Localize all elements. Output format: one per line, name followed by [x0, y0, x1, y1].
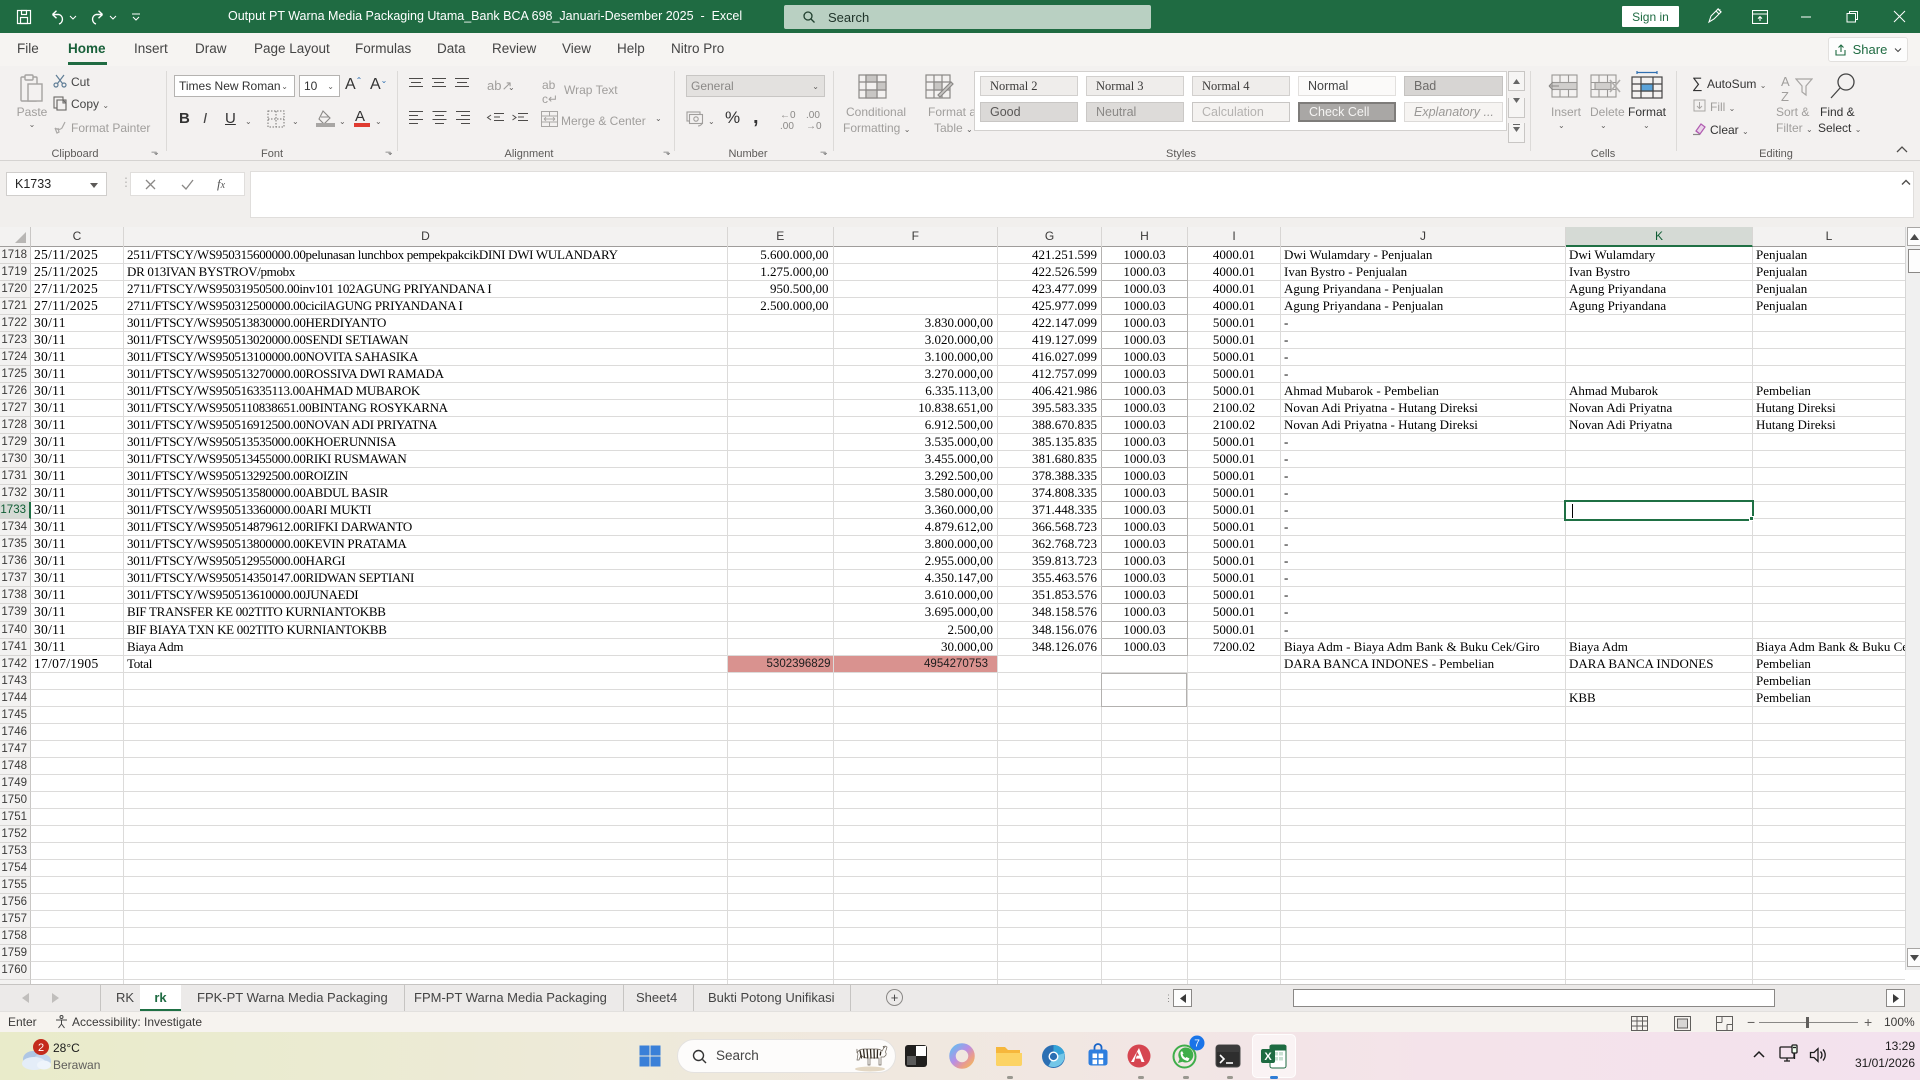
svg-text:2: 2	[38, 1042, 44, 1054]
svg-text:7: 7	[1194, 1039, 1200, 1050]
svg-text:X: X	[1264, 1051, 1272, 1063]
